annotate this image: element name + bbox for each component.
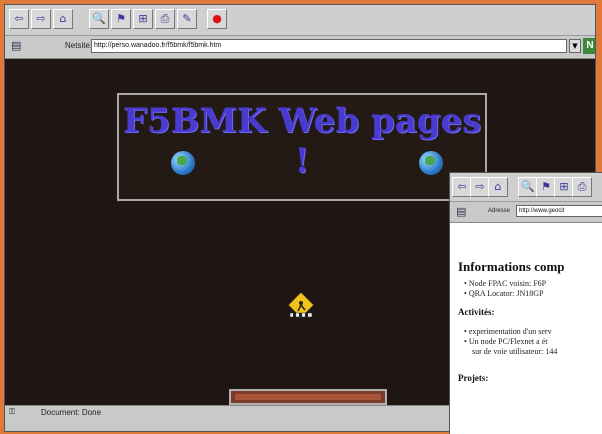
list-item: • Node FPAC voisin: F6P: [464, 279, 547, 288]
search-icon[interactable]: 🔍: [518, 177, 538, 197]
bookmarks-icon[interactable]: ⚑: [111, 9, 131, 29]
second-browser-window: ⇦ ⇨ ⌂ 🔍 ⚑ ⊞ ⎙ ▤ Adresse http://www.geoci…: [449, 172, 602, 434]
forward-icon[interactable]: ⇨: [470, 177, 490, 197]
second-page-content: Informations comp • Node FPAC voisin: F6…: [450, 223, 602, 434]
address-label: Netsite:: [65, 41, 93, 50]
back-icon[interactable]: ⇦: [452, 177, 472, 197]
status-text: Document: Done: [41, 408, 102, 417]
second-location-bar: ▤ Adresse http://www.geocit: [450, 202, 602, 223]
globe-icon: [171, 151, 195, 175]
title-banner: F5BMK Web pages !: [117, 93, 487, 201]
address-input[interactable]: http://perso.wanadoo.fr/f5bmk/f5bmk.htm: [91, 39, 567, 53]
history-icon[interactable]: ⊞: [133, 9, 153, 29]
main-toolbar: ⇦ ⇨ ⌂ 🔍 ⚑ ⊞ ⎙ ✎ ●: [5, 5, 595, 36]
browser-logo-icon: N: [583, 38, 595, 54]
chevron-down-icon[interactable]: ▼: [569, 39, 581, 53]
section-heading: Informations comp: [458, 259, 565, 274]
section-heading: Activités:: [458, 307, 495, 317]
list-item-continuation: sur de voie utilisateur: 144: [472, 347, 558, 356]
guestbook-button[interactable]: [229, 389, 387, 405]
address-input[interactable]: http://www.geocit: [516, 205, 602, 217]
button-face: [235, 394, 381, 400]
under-construction-icon: [287, 291, 315, 319]
stop-icon[interactable]: ●: [207, 9, 227, 29]
home-icon[interactable]: ⌂: [488, 177, 508, 197]
list-item: • Un node PC/Flexnet a ét: [464, 337, 548, 346]
globe-icon: [419, 151, 443, 175]
section-heading: Projets:: [458, 373, 489, 383]
forward-icon[interactable]: ⇨: [31, 9, 51, 29]
page-icon: ▤: [11, 39, 22, 52]
bookmarks-icon[interactable]: ⚑: [536, 177, 556, 197]
page-icon: ▤: [456, 205, 467, 218]
search-icon[interactable]: 🔍: [89, 9, 109, 29]
print-icon[interactable]: ⎙: [155, 9, 175, 29]
print-icon[interactable]: ⎙: [572, 177, 592, 197]
second-toolbar: ⇦ ⇨ ⌂ 🔍 ⚑ ⊞ ⎙: [450, 173, 602, 202]
history-icon[interactable]: ⊞: [554, 177, 574, 197]
list-item: • experimentation d'un serv: [464, 327, 552, 336]
back-icon[interactable]: ⇦: [9, 9, 29, 29]
address-label: Adresse: [488, 208, 511, 214]
home-icon[interactable]: ⌂: [53, 9, 73, 29]
list-item: • QRA Locator: JN18GP: [464, 289, 544, 298]
security-icon: ⚿: [9, 407, 16, 416]
find-icon[interactable]: ✎: [177, 9, 197, 29]
location-bar: ▤ Netsite: http://perso.wanadoo.fr/f5bmk…: [5, 36, 595, 59]
